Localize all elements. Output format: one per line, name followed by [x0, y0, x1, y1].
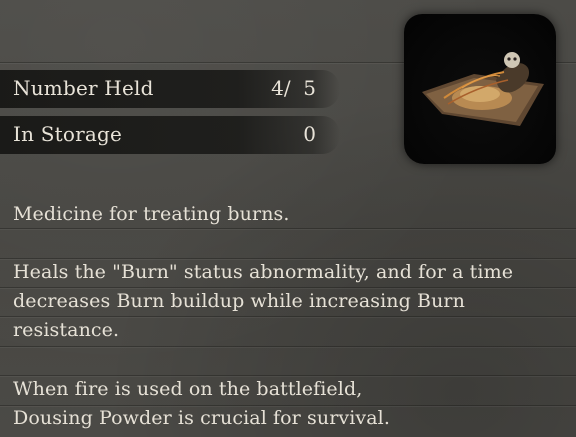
item-icon-frame [404, 14, 556, 164]
number-held-row: Number Held 4/ 5 [0, 70, 340, 108]
description-line: resistance. [13, 319, 120, 341]
description-line: Dousing Powder is crucial for survival. [13, 407, 390, 429]
in-storage-label: In Storage [13, 122, 123, 146]
in-storage-row: In Storage 0 [0, 116, 340, 154]
item-detail-panel: Number Held 4/ 5 In Storage 0 Medicine f… [0, 0, 576, 437]
divider [0, 346, 576, 347]
number-held-value: 4/ 5 [271, 76, 316, 100]
description-line: decreases Burn buildup while increasing … [13, 290, 465, 312]
description-line: When fire is used on the battlefield, [13, 378, 363, 400]
description-line: Heals the "Burn" status abnormality, and… [13, 261, 514, 283]
number-held-label: Number Held [13, 76, 154, 100]
in-storage-value: 0 [303, 122, 316, 146]
dousing-powder-pouch-icon [422, 52, 544, 126]
description-line: Medicine for treating burns. [13, 203, 290, 225]
